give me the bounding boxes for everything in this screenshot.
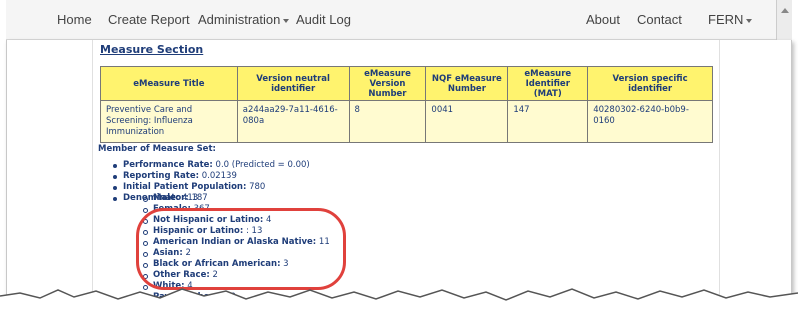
stat-value: 780 (246, 182, 266, 192)
scroll-up-icon[interactable] (781, 8, 789, 13)
header-emeasure-identifier: eMeasure Identifier (MAT) (507, 66, 589, 101)
table-header-row: eMeasure Title Version neutral identifie… (100, 66, 713, 101)
nav-contact[interactable]: Contact (637, 12, 682, 27)
measure-section-title: Measure Section (100, 43, 204, 56)
cell-emeasure-title: Preventive Care and Screening: Influenza… (100, 100, 238, 143)
stat-value: 187 (188, 193, 208, 203)
stat-label: Reporting Rate: (123, 171, 200, 181)
measure-stats-list: Performance Rate: 0.0 (Predicted = 0.00)… (113, 160, 330, 302)
nav-user-label: FERN (708, 12, 744, 27)
nav-create-report[interactable]: Create Report (108, 12, 190, 27)
nav-administration[interactable]: Administration (198, 12, 290, 27)
header-nqf-emeasure-number: NQF eMeasure Number (425, 66, 509, 101)
member-of-measure-set-label: Member of Measure Set: (98, 144, 216, 154)
nav-administration-label: Administration (198, 12, 281, 27)
cell-version-neutral-identifier: a244aa29-7a11-4616-080a (236, 100, 350, 143)
list-item: Initial Patient Population: 780 Male: 41… (113, 182, 330, 302)
caret-down-icon (283, 18, 290, 23)
nav-about[interactable]: About (586, 12, 620, 27)
stat-value: 0.0 (Predicted = 0.00) (212, 160, 310, 170)
list-item: Reporting Rate: 0.02139 (113, 171, 330, 182)
header-emeasure-version-number: eMeasure Version Number (348, 66, 427, 101)
list-item: Denominator: 187 (113, 193, 330, 204)
measure-table: eMeasure Title Version neutral identifie… (100, 66, 713, 143)
stat-label: Initial Patient Population: (123, 182, 247, 192)
list-item: Performance Rate: 0.0 (Predicted = 0.00) (113, 160, 330, 171)
caret-down-icon (746, 18, 753, 23)
nav-home[interactable]: Home (57, 12, 92, 27)
page-frame: Measure Section eMeasure Title Version n… (6, 40, 792, 302)
header-version-neutral-identifier: Version neutral identifier (236, 66, 350, 101)
stat-value: 0.02139 (199, 171, 237, 181)
torn-edge (0, 288, 798, 324)
cell-version-specific-identifier: 40280302-6240-b0b9-0160 (587, 100, 713, 143)
header-version-specific-identifier: Version specific identifier (587, 66, 713, 101)
table-row: Preventive Care and Screening: Influenza… (100, 100, 713, 143)
cell-nqf-emeasure-number: 0041 (425, 100, 509, 143)
nav-user-menu[interactable]: FERN (708, 12, 753, 27)
cell-emeasure-identifier: 147 (507, 100, 589, 143)
scrollbar[interactable] (776, 0, 792, 40)
cell-emeasure-version-number: 8 (348, 100, 427, 143)
stat-label: Denominator: (123, 193, 189, 203)
top-navbar: Home Create Report Administration Audit … (6, 0, 792, 40)
stat-label: Performance Rate: (123, 160, 213, 170)
header-emeasure-title: eMeasure Title (100, 66, 238, 101)
nav-audit-log[interactable]: Audit Log (296, 12, 351, 27)
